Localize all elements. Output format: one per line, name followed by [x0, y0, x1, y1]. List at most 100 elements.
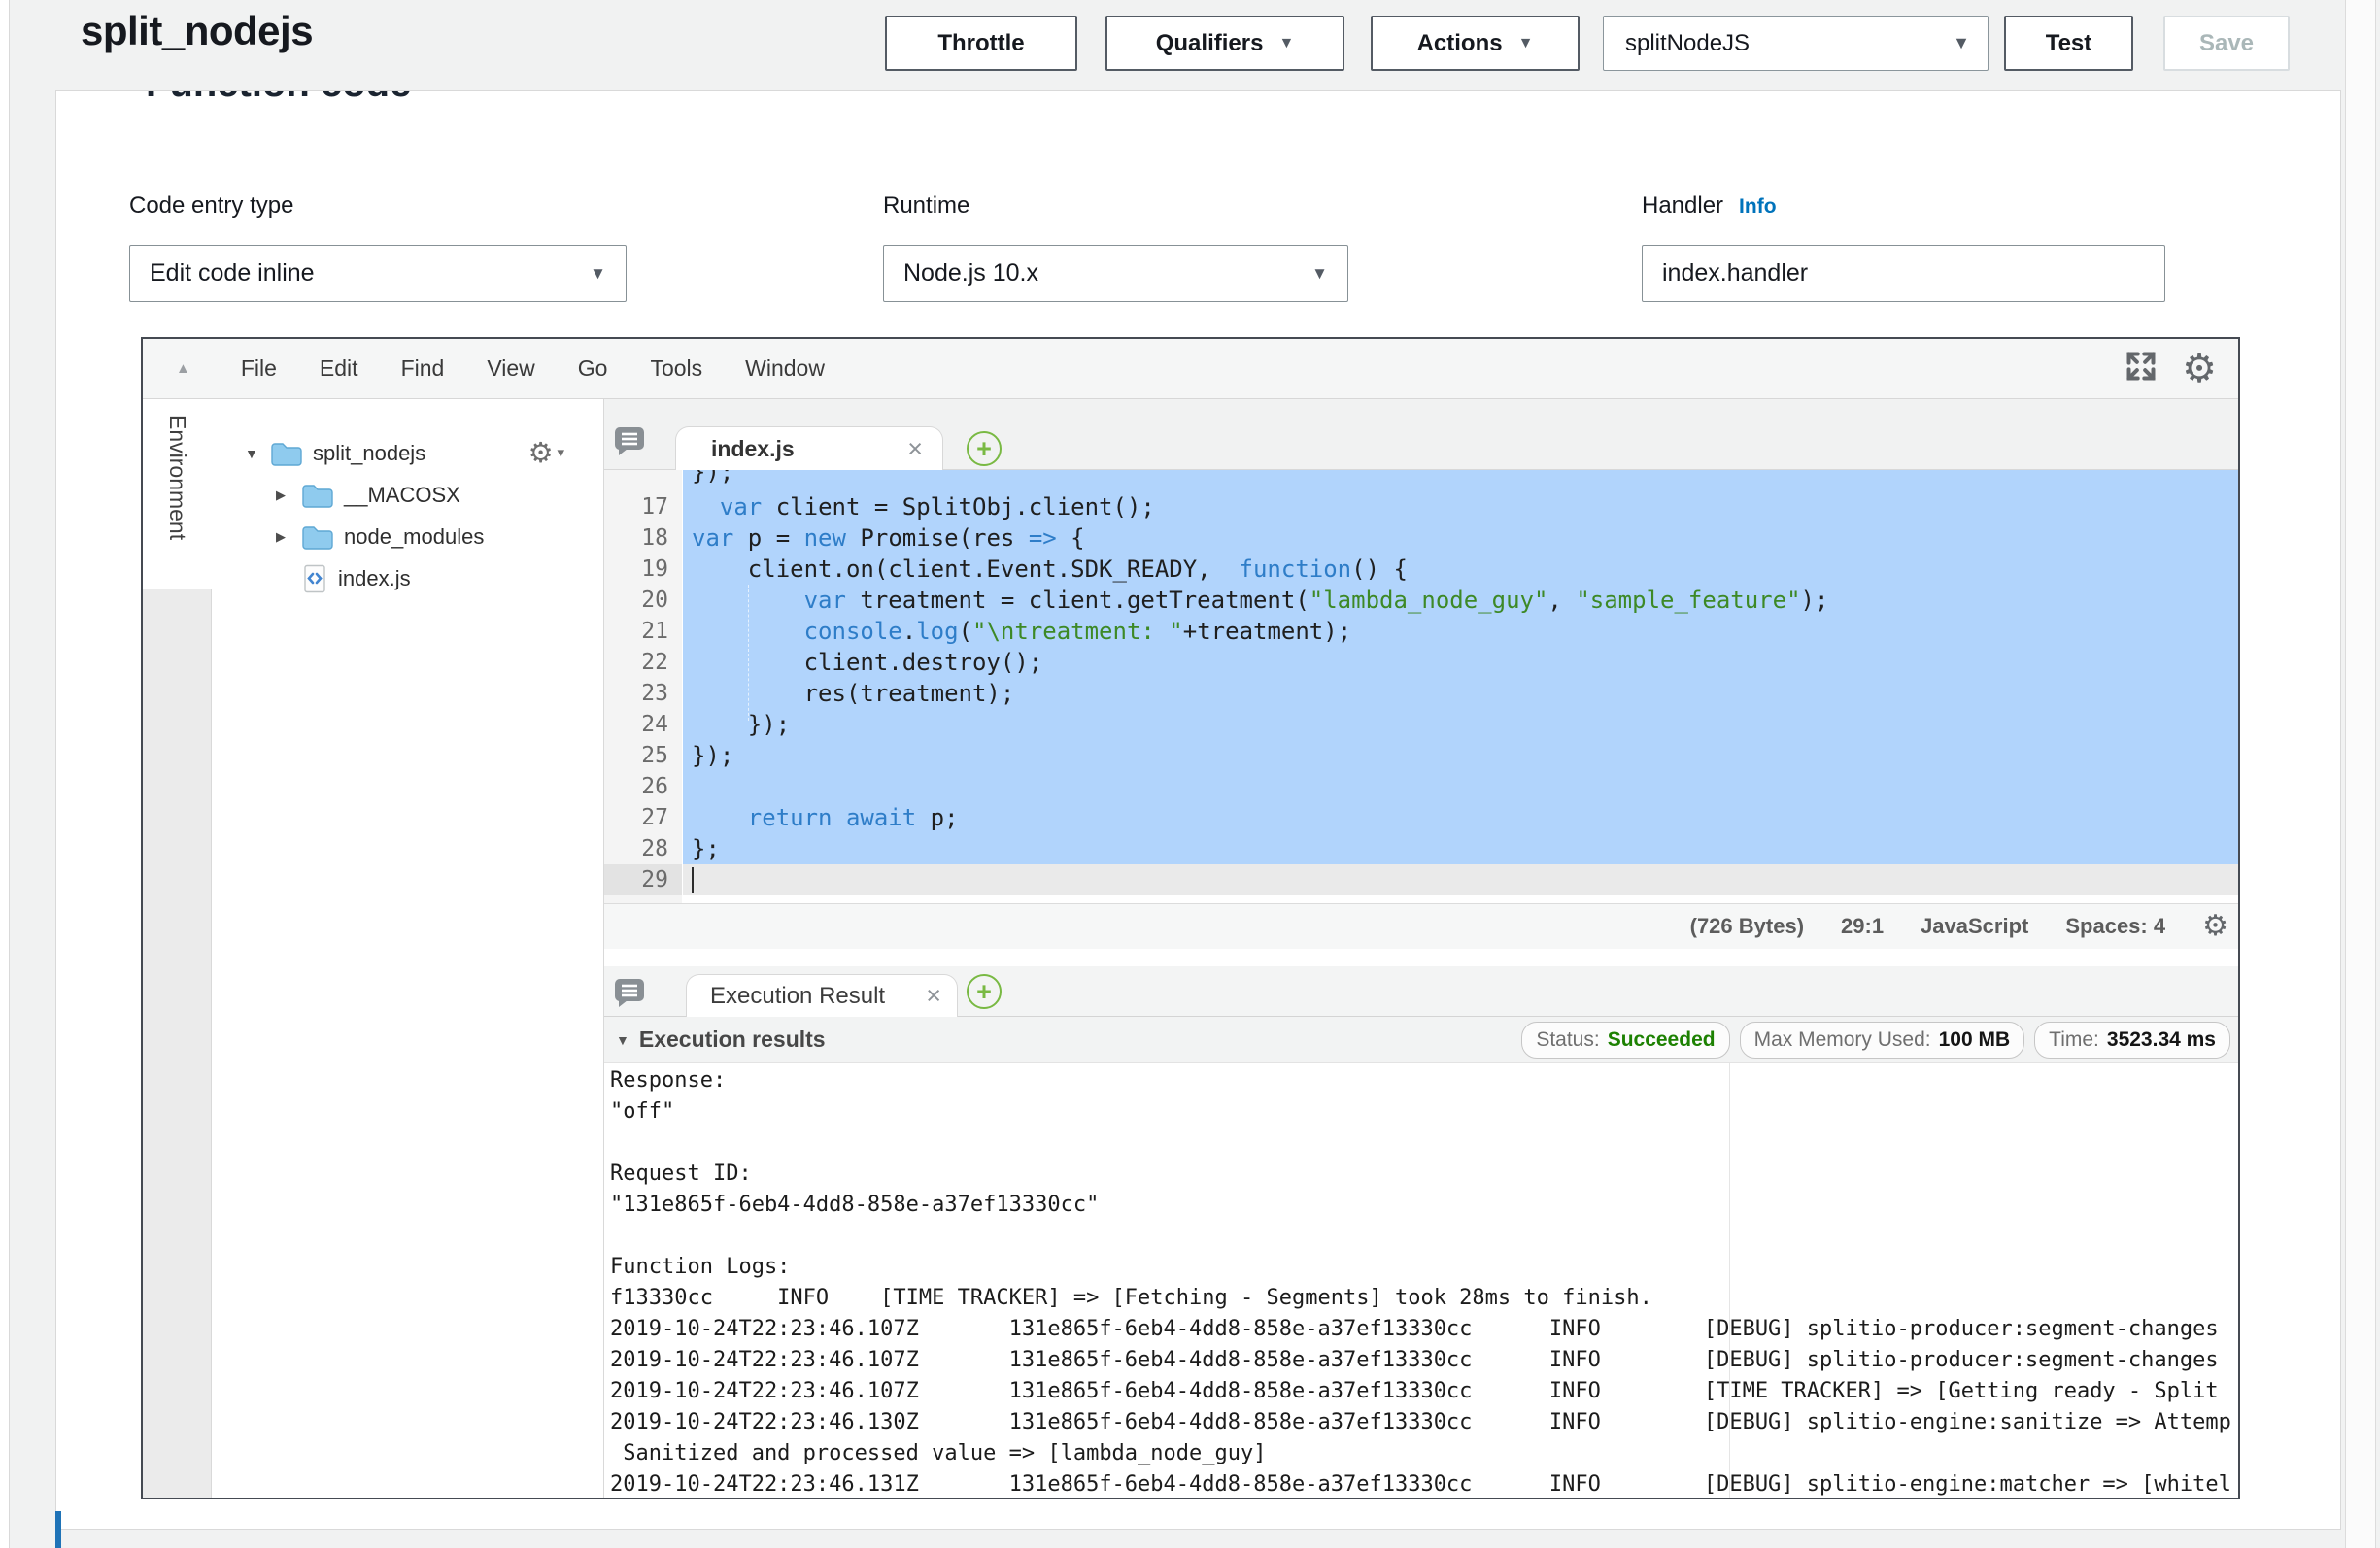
plus-icon: +: [976, 436, 992, 462]
test-event-select[interactable]: splitNodeJS ▼: [1603, 16, 1989, 71]
log-line[interactable]: Response:: [610, 1065, 726, 1096]
log-line[interactable]: 2019-10-24T22:23:46.131Z 131e865f-6eb4-4…: [610, 1469, 2231, 1498]
log-line[interactable]: Request ID:: [610, 1159, 752, 1190]
tab-execution-result[interactable]: Execution Result ×: [686, 974, 958, 1017]
memory-badge-value: 100 MB: [1939, 1028, 2011, 1052]
new-tab-button[interactable]: +: [967, 974, 1002, 1009]
collapse-arrow-icon[interactable]: ▼: [245, 446, 270, 461]
gutter-line-number[interactable]: 18: [604, 522, 682, 554]
test-button[interactable]: Test: [2004, 16, 2133, 71]
log-line[interactable]: "off": [610, 1096, 674, 1127]
close-icon[interactable]: ×: [926, 981, 941, 1011]
log-line[interactable]: 2019-10-24T22:23:46.107Z 131e865f-6eb4-4…: [610, 1345, 2219, 1376]
code-line-partial[interactable]: });: [692, 470, 733, 488]
log-line[interactable]: "131e865f-6eb4-4dd8-858e-a37ef13330cc": [610, 1190, 1099, 1221]
section-caret-icon[interactable]: ▼: [616, 1032, 629, 1048]
menu-item-go[interactable]: Go: [578, 355, 608, 382]
throttle-button[interactable]: Throttle: [885, 16, 1077, 71]
page-scrollbar[interactable]: [2345, 0, 2376, 1548]
log-line[interactable]: 2019-10-24T22:23:46.130Z 131e865f-6eb4-4…: [610, 1407, 2231, 1438]
tree-item-label: split_nodejs: [313, 441, 425, 466]
new-tab-button[interactable]: +: [967, 431, 1002, 466]
log-line[interactable]: Sanitized and processed value => [lambda…: [610, 1438, 1267, 1469]
menu-item-tools[interactable]: Tools: [650, 355, 702, 382]
tree-item-split_nodejs[interactable]: ▼ split_nodejs ⚙▾: [212, 432, 603, 474]
tree-item-__MACOSX[interactable]: ▶__MACOSX: [212, 474, 603, 516]
log-line[interactable]: 2019-10-24T22:23:46.107Z 131e865f-6eb4-4…: [610, 1376, 2219, 1407]
code-line-25[interactable]: });: [692, 740, 733, 771]
code-line-20[interactable]: var treatment = client.getTreatment("lam…: [692, 585, 1828, 616]
menu-item-view[interactable]: View: [487, 355, 534, 382]
runtime-select[interactable]: Node.js 10.x ▼: [883, 245, 1348, 302]
code-line-17[interactable]: var client = SplitObj.client();: [692, 491, 1155, 522]
tab-index-js[interactable]: index.js ×: [675, 426, 943, 470]
editor-side-column: Environment: [143, 399, 212, 1498]
gutter-line-number[interactable]: 29: [604, 864, 682, 895]
handler-input[interactable]: index.handler: [1642, 245, 2165, 302]
fullscreen-icon[interactable]: [2122, 347, 2160, 390]
tab-list-icon[interactable]: [612, 424, 647, 462]
log-line[interactable]: 2019-10-24T22:23:46.107Z 131e865f-6eb4-4…: [610, 1314, 2219, 1345]
code-line-24[interactable]: });: [692, 709, 790, 740]
menu-item-file[interactable]: File: [241, 355, 277, 382]
tree-item-index.js[interactable]: index.js: [212, 557, 603, 599]
save-button[interactable]: Save: [2163, 16, 2290, 71]
folder-icon: [301, 522, 334, 550]
execution-results-title: Execution results: [639, 1026, 826, 1053]
tab-list-icon[interactable]: [612, 976, 647, 1014]
code-line-21[interactable]: console.log("\ntreatment: "+treatment);: [692, 616, 1351, 647]
qualifiers-button[interactable]: Qualifiers ▼: [1105, 16, 1344, 71]
gutter-line-number[interactable]: 28: [604, 833, 682, 864]
page-left-edge: [0, 0, 10, 1548]
gutter-line-number[interactable]: 24: [604, 709, 682, 740]
throttle-button-label: Throttle: [937, 30, 1024, 57]
lambda-console-screen: split_nodejs Throttle Qualifiers ▼ Actio…: [0, 0, 2380, 1548]
code-entry-type-select[interactable]: Edit code inline ▼: [129, 245, 627, 302]
gutter-line-number[interactable]: 26: [604, 771, 682, 802]
gutter-line-number[interactable]: 25: [604, 740, 682, 771]
folder-icon: [301, 481, 334, 508]
cursor-position-indicator[interactable]: 29:1: [1841, 914, 1884, 939]
gutter-line-number[interactable]: 27: [604, 802, 682, 833]
code-line-19[interactable]: client.on(client.Event.SDK_READY, functi…: [692, 554, 1408, 585]
code-editor-panel: ▲ File Edit Find View Go Tools Window ⚙ Enviro…: [141, 337, 2240, 1499]
gutter-line-number[interactable]: 20: [604, 585, 682, 616]
code-line-27[interactable]: return await p;: [692, 802, 959, 833]
gutter-line-number[interactable]: 21: [604, 616, 682, 647]
tree-item-node_modules[interactable]: ▶node_modules: [212, 516, 603, 557]
menu-item-window[interactable]: Window: [745, 355, 825, 382]
execution-results-header: ▼ Execution results Status: Succeeded Ma…: [604, 1017, 2238, 1063]
execution-badges: Status: Succeeded Max Memory Used: 100 M…: [1521, 1022, 2238, 1059]
gutter-line-number[interactable]: 19: [604, 554, 682, 585]
expand-arrow-icon[interactable]: ▶: [276, 488, 301, 503]
code-line-28[interactable]: };: [692, 833, 720, 864]
environment-tab[interactable]: Environment: [143, 399, 212, 589]
editor-settings-gear-icon[interactable]: ⚙: [2182, 350, 2217, 388]
expand-arrow-icon[interactable]: ▶: [276, 529, 301, 545]
code-line-18[interactable]: var p = new Promise(res => {: [692, 522, 1085, 554]
menubar-collapse-icon[interactable]: ▲: [176, 360, 190, 377]
gutter-line-number[interactable]: 23: [604, 678, 682, 709]
tree-settings-gear-icon[interactable]: ⚙▾: [527, 436, 564, 469]
execution-log-area[interactable]: Response:"off" Request ID:"131e865f-6eb4-…: [604, 1063, 2238, 1498]
time-badge-value: 3523.34 ms: [2107, 1028, 2216, 1052]
statusbar-gear-icon[interactable]: ⚙: [2202, 912, 2228, 941]
handler-info-link[interactable]: Info: [1739, 195, 1776, 219]
menu-item-find[interactable]: Find: [401, 355, 445, 382]
code-line-22[interactable]: client.destroy();: [692, 647, 1042, 678]
indent-settings-indicator[interactable]: Spaces: 4: [2065, 914, 2165, 939]
gutter-line-number[interactable]: 17: [604, 491, 682, 522]
plus-icon: +: [976, 979, 992, 1005]
menu-item-edit[interactable]: Edit: [320, 355, 358, 382]
code-line-23[interactable]: res(treatment);: [692, 678, 1014, 709]
gutter-line-number[interactable]: 22: [604, 647, 682, 678]
status-badge-label: Status:: [1536, 1028, 1599, 1052]
log-line[interactable]: f13330cc INFO [TIME TRACKER] => [Fetchin…: [610, 1283, 1652, 1314]
close-icon[interactable]: ×: [907, 434, 923, 464]
actions-button[interactable]: Actions ▼: [1371, 16, 1580, 71]
test-button-label: Test: [2046, 30, 2092, 57]
language-mode-indicator[interactable]: JavaScript: [1921, 914, 2028, 939]
log-line[interactable]: Function Logs:: [610, 1252, 790, 1283]
code-editor-area[interactable]: }); 17 var client = SplitObj.client(); 18…: [604, 470, 2238, 903]
time-badge: Time: 3523.34 ms: [2034, 1022, 2230, 1059]
